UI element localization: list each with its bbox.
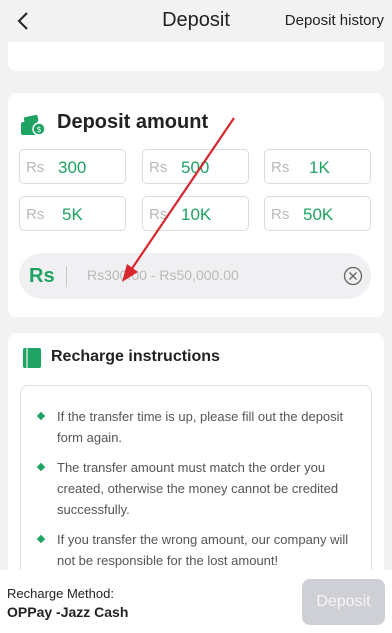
instruction-text: The transfer amount must match the order… xyxy=(57,460,339,517)
recharge-method-value: OPPay -Jazz Cash xyxy=(7,604,129,620)
amount-value: 300 xyxy=(58,158,87,177)
amount-option-300[interactable]: Rs 300 xyxy=(19,149,126,184)
diamond-bullet-icon xyxy=(36,534,46,544)
currency-label: Rs xyxy=(271,159,290,176)
amount-value: 1K xyxy=(309,158,330,177)
instruction-text: If the transfer time is up, please fill … xyxy=(57,409,344,445)
book-icon xyxy=(23,348,41,368)
amount-option-500[interactable]: Rs 500 xyxy=(142,149,249,184)
amount-option-10k[interactable]: Rs 10K xyxy=(142,196,249,231)
currency-label: Rs xyxy=(149,206,168,223)
wallet-cash-icon: $ xyxy=(21,114,46,136)
instruction-text: If you transfer the wrong amount, our co… xyxy=(57,532,349,568)
recharge-instructions-card: Recharge instructions If the transfer ti… xyxy=(8,333,384,605)
amount-value: 5K xyxy=(62,205,83,224)
diamond-bullet-icon xyxy=(36,462,46,472)
diamond-bullet-icon xyxy=(36,411,46,421)
input-currency-prefix: Rs xyxy=(29,265,55,287)
circle-x-icon[interactable] xyxy=(343,266,363,286)
amount-option-5k[interactable]: Rs 5K xyxy=(19,196,126,231)
instructions-title: Recharge instructions xyxy=(51,348,220,365)
currency-label: Rs xyxy=(271,206,290,223)
instruction-item: If the transfer time is up, please fill … xyxy=(33,406,359,448)
header: Deposit Deposit history xyxy=(0,0,392,44)
input-divider xyxy=(66,266,67,287)
currency-label: Rs xyxy=(26,159,45,176)
footer-bar: Recharge Method: OPPay -Jazz Cash Deposi… xyxy=(0,570,392,633)
amount-input-placeholder: Rs300.00 - Rs50,000.00 xyxy=(87,267,239,283)
svg-text:$: $ xyxy=(36,125,41,134)
instruction-item: The transfer amount must match the order… xyxy=(33,457,359,520)
currency-label: Rs xyxy=(149,159,168,176)
instruction-item: If you transfer the wrong amount, our co… xyxy=(33,529,359,571)
amount-value: 10K xyxy=(181,205,212,224)
deposit-button[interactable]: Deposit xyxy=(302,579,385,625)
deposit-amount-title: Deposit amount xyxy=(57,111,209,133)
currency-label: Rs xyxy=(26,206,45,223)
deposit-amount-card: $ Deposit amount Rs 300 Rs 500 Rs 1K Rs … xyxy=(8,93,384,317)
amount-option-50k[interactable]: Rs 50K xyxy=(264,196,371,231)
recharge-method-label: Recharge Method: xyxy=(7,586,114,601)
amount-value: 500 xyxy=(181,158,210,177)
deposit-history-link[interactable]: Deposit history xyxy=(285,12,384,29)
amount-option-1k[interactable]: Rs 1K xyxy=(264,149,371,184)
amount-value: 50K xyxy=(303,205,334,224)
top-card xyxy=(8,42,384,71)
amount-input[interactable]: Rs Rs300.00 - Rs50,000.00 xyxy=(19,253,371,299)
